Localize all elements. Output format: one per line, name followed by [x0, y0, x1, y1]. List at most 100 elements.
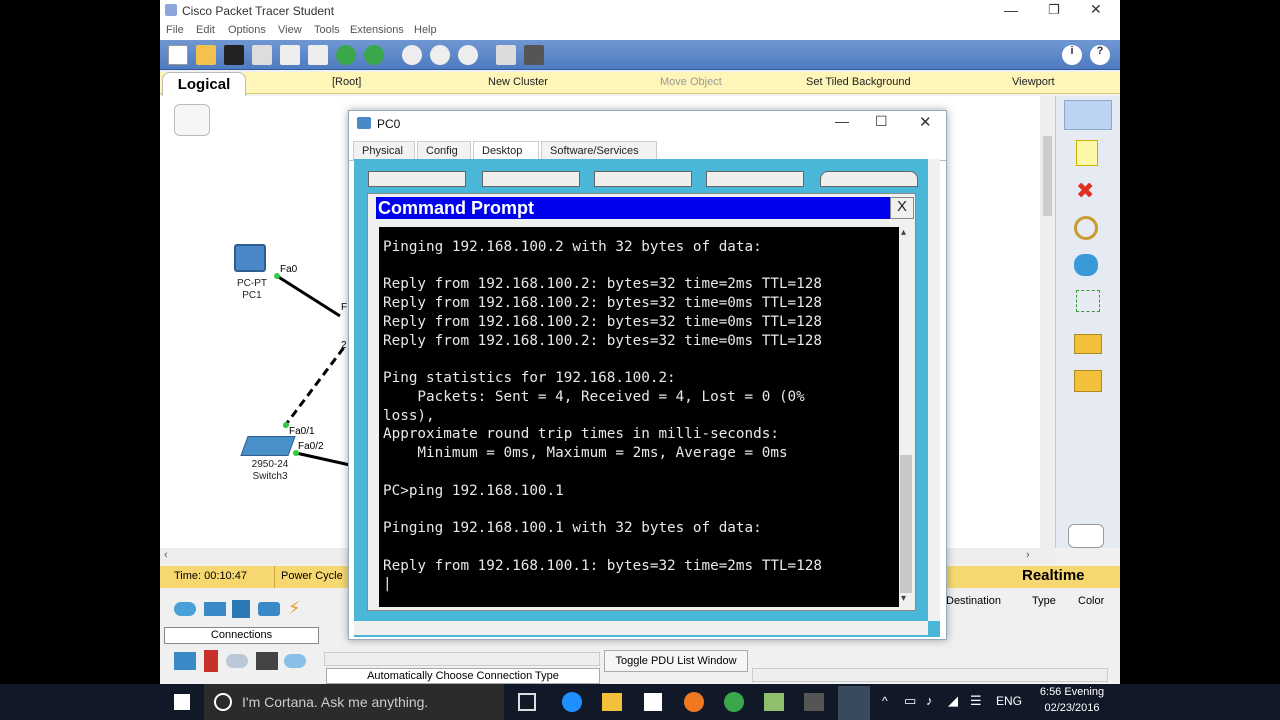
redo-icon[interactable] [364, 45, 384, 65]
desktop-app-icon[interactable] [482, 171, 580, 187]
desktop-vertical-scrollbar[interactable] [928, 159, 940, 621]
command-prompt-title: Command Prompt [376, 197, 914, 219]
pdu-list-scrollbar[interactable] [752, 668, 1108, 682]
menu-options[interactable]: Options [228, 24, 266, 36]
firefox-icon[interactable] [684, 692, 704, 712]
terminal-output[interactable]: Pinging 192.168.100.2 with 32 bytes of d… [379, 227, 899, 607]
logical-tab[interactable]: Logical [162, 72, 246, 98]
pc0-maximize-icon[interactable]: ☐ [875, 113, 888, 130]
viewport-button[interactable]: Viewport [1012, 76, 1055, 88]
end-devices-icon[interactable] [174, 652, 196, 670]
scroll-right-icon[interactable]: › [1026, 549, 1030, 561]
switches-category-icon[interactable] [204, 602, 226, 616]
windows-start-icon[interactable] [174, 694, 190, 710]
draw-shape-icon[interactable] [1074, 254, 1098, 276]
terminal-scrollbar[interactable]: ▴ ▾ [899, 227, 913, 607]
tab-physical[interactable]: Physical [353, 141, 415, 161]
save-icon[interactable] [224, 45, 244, 65]
toggle-pdu-list-button[interactable]: Toggle PDU List Window [604, 650, 748, 672]
select-tool-icon[interactable] [1064, 100, 1112, 130]
custom-device-icon[interactable] [524, 45, 544, 65]
inspect-icon[interactable] [1074, 216, 1098, 240]
connections-category-icon[interactable]: ⚡ [288, 598, 301, 619]
device-list-scrollbar[interactable] [324, 652, 600, 666]
desktop-app-icon[interactable] [594, 171, 692, 187]
taskbar-app-icon[interactable] [804, 693, 824, 711]
wan-emulation-icon[interactable] [226, 654, 248, 668]
desktop-app-icon[interactable] [368, 171, 466, 187]
notes-app-icon[interactable] [764, 693, 784, 711]
tab-config[interactable]: Config [417, 141, 471, 161]
zoom-out-icon[interactable] [458, 45, 478, 65]
set-tiled-background-button[interactable]: Set Tiled Background [806, 76, 911, 88]
new-cluster-button[interactable]: New Cluster [488, 76, 548, 88]
print-icon[interactable] [252, 45, 272, 65]
pc0-close-icon[interactable]: ✕ [919, 113, 932, 131]
menu-tools[interactable]: Tools [314, 24, 340, 36]
move-object-button[interactable]: Move Object [660, 76, 722, 88]
info-icon[interactable]: i [1062, 45, 1082, 65]
file-explorer-icon[interactable] [602, 693, 622, 711]
notifications-icon[interactable]: ☰ [970, 693, 982, 709]
clock-time[interactable]: 6:56 Evening [1036, 686, 1108, 698]
multiuser-icon[interactable] [284, 654, 306, 668]
palette-icon[interactable] [496, 45, 516, 65]
desktop-app-icon[interactable] [706, 171, 804, 187]
delete-icon[interactable]: ✖ [1076, 178, 1094, 204]
zoom-in-icon[interactable] [402, 45, 422, 65]
chrome-icon[interactable] [724, 692, 744, 712]
scrollbar-thumb[interactable] [900, 455, 912, 593]
copy-icon[interactable] [308, 45, 328, 65]
packet-tracer-taskbar-icon[interactable] [838, 686, 870, 720]
volume-icon[interactable]: ♪ [926, 693, 933, 708]
minimize-icon[interactable]: — [1004, 2, 1018, 18]
add-simple-pdu-icon[interactable] [1074, 334, 1102, 354]
workspace-vertical-scrollbar[interactable] [1040, 96, 1055, 548]
restore-icon[interactable]: ❐ [1048, 2, 1060, 18]
realtime-tab[interactable]: Realtime [1022, 567, 1085, 584]
desktop-horizontal-scrollbar[interactable] [354, 621, 928, 635]
help-icon[interactable]: ? [1090, 45, 1110, 65]
edge-icon[interactable] [562, 692, 582, 712]
pc0-minimize-icon[interactable]: — [835, 113, 849, 129]
close-icon[interactable]: ✕ [1090, 1, 1102, 18]
menu-extensions[interactable]: Extensions [350, 24, 404, 36]
tray-chevron-icon[interactable]: ^ [882, 694, 888, 708]
store-icon[interactable] [644, 693, 662, 711]
activity-wizard-icon[interactable] [280, 45, 300, 65]
zoom-reset-icon[interactable] [430, 45, 450, 65]
command-prompt-close-button[interactable]: X [890, 197, 914, 219]
wifi-icon[interactable]: ◢ [948, 693, 958, 709]
resize-shape-icon[interactable] [1076, 290, 1100, 312]
wireless-category-icon[interactable] [258, 602, 280, 616]
add-complex-pdu-icon[interactable] [1074, 370, 1102, 392]
place-note-icon[interactable] [1076, 140, 1098, 166]
pc1-device-icon[interactable] [234, 244, 266, 272]
menu-file[interactable]: File [166, 24, 184, 36]
tab-software-services[interactable]: Software/Services [541, 141, 657, 161]
new-icon[interactable] [168, 45, 188, 65]
scroll-up-icon[interactable]: ▴ [901, 227, 906, 238]
menu-view[interactable]: View [278, 24, 302, 36]
routers-category-icon[interactable] [174, 602, 196, 616]
scrollbar-thumb[interactable] [1043, 136, 1052, 216]
clock-date[interactable]: 02/23/2016 [1036, 702, 1108, 714]
root-button[interactable]: [Root] [332, 76, 361, 88]
open-icon[interactable] [196, 45, 216, 65]
switch3-device-icon[interactable] [240, 436, 296, 456]
power-cycle-button[interactable]: Power Cycle [274, 566, 349, 588]
scroll-left-icon[interactable]: ‹ [164, 549, 168, 561]
custom-devices-icon[interactable] [256, 652, 278, 670]
language-indicator[interactable]: ENG [996, 694, 1022, 708]
menu-help[interactable]: Help [414, 24, 437, 36]
task-view-icon[interactable] [518, 693, 536, 711]
realtime-clock-icon[interactable] [1068, 524, 1104, 548]
security-icon[interactable] [204, 650, 218, 672]
menu-edit[interactable]: Edit [196, 24, 215, 36]
hubs-category-icon[interactable] [232, 600, 250, 618]
scroll-down-icon[interactable]: ▾ [901, 593, 906, 604]
undo-icon[interactable] [336, 45, 356, 65]
battery-icon[interactable]: ▭ [904, 693, 916, 709]
cortana-search[interactable]: I'm Cortana. Ask me anything. [204, 684, 504, 720]
desktop-app-icon[interactable] [820, 171, 918, 187]
